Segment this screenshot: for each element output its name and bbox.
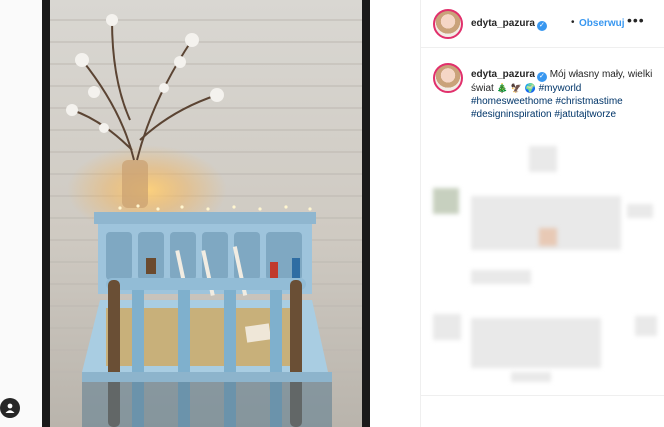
- blurred-comment: [529, 146, 557, 172]
- hashtag-link[interactable]: #jatutajtworze: [554, 109, 616, 120]
- globe-emoji: 🌍: [524, 83, 536, 93]
- blurred-comment: [511, 372, 551, 382]
- blurred-comment-avatar: [433, 314, 461, 340]
- hashtag-link[interactable]: #designinspiration: [471, 109, 552, 120]
- eagle-emoji: 🦅: [510, 83, 522, 93]
- hashtag-link[interactable]: #christmastime: [556, 96, 623, 107]
- blurred-comment: [471, 318, 601, 368]
- verified-badge-icon: ✓: [536, 72, 547, 82]
- post-side-panel: edyta_pazura ✓ • Obserwuj ••• edyta_pazur…: [420, 0, 664, 427]
- post-caption: edyta_pazura ✓ Mój własny mały, wielki św…: [471, 68, 655, 121]
- blurred-comment: [635, 316, 657, 336]
- author-avatar[interactable]: [433, 9, 463, 39]
- blurred-comment: [471, 270, 531, 284]
- separator-dot: •: [571, 17, 575, 28]
- author-username[interactable]: edyta_pazura ✓: [471, 18, 547, 31]
- desk-photo-illustration: [50, 0, 362, 427]
- page-background-left: [0, 0, 42, 427]
- blurred-comment-avatar: [433, 188, 459, 214]
- verified-badge-icon: ✓: [536, 21, 547, 31]
- caption-author-avatar[interactable]: [433, 63, 463, 93]
- user-icon[interactable]: [0, 398, 20, 418]
- more-options-icon[interactable]: •••: [627, 12, 645, 28]
- hashtag-link[interactable]: #myworld: [539, 83, 582, 94]
- post-photo[interactable]: [42, 0, 370, 427]
- blurred-comment: [627, 204, 653, 218]
- blurred-comment: [539, 228, 557, 246]
- follow-button[interactable]: Obserwuj: [579, 18, 625, 29]
- christmas-tree-emoji: 🎄: [496, 83, 508, 93]
- comment-input-bar[interactable]: [421, 395, 664, 427]
- caption-author-username[interactable]: edyta_pazura ✓: [471, 69, 547, 82]
- post-header: edyta_pazura ✓ • Obserwuj •••: [421, 0, 664, 48]
- hashtag-link[interactable]: #homesweethome: [471, 96, 553, 107]
